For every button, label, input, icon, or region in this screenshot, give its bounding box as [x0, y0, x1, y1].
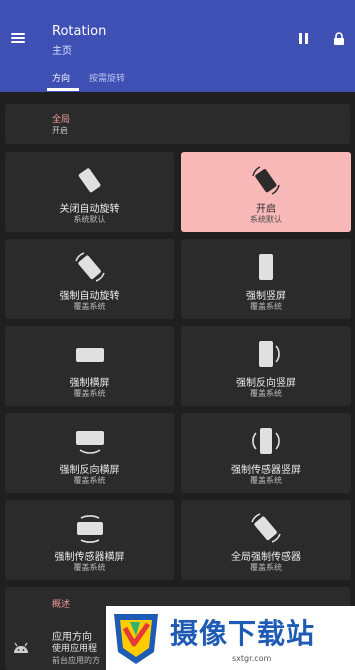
- tile-label: 开启: [256, 204, 276, 215]
- phone-rotate-icon: [252, 166, 280, 195]
- tile-sublabel: 系统默认: [73, 215, 106, 224]
- android-icon: [14, 642, 28, 653]
- tile-label: 强制自动旋转: [59, 291, 120, 302]
- tile-force-sensor-portrait[interactable]: 强制传感器竖屏 覆盖系统: [181, 413, 351, 493]
- tile-global-force-sensor[interactable]: 全局强制传感器 覆盖系统: [181, 500, 351, 580]
- tile-sublabel: 覆盖系统: [73, 476, 106, 485]
- tile-sublabel: 覆盖系统: [250, 563, 282, 572]
- reverse-landscape-icon: [75, 431, 104, 454]
- tile-force-reverse-portrait[interactable]: 强制反向竖屏 覆盖系统: [181, 326, 351, 406]
- overview-detail: 前台应用的方: [52, 656, 100, 665]
- phone-tilted-icon: [78, 168, 100, 193]
- tile-disable-auto-rotate[interactable]: 关闭自动旋转 系统默认: [5, 152, 174, 232]
- tile-label: 全局强制传感器: [231, 552, 301, 563]
- tile-sublabel: 覆盖系统: [73, 389, 106, 398]
- pause-icon[interactable]: [299, 33, 309, 44]
- sensor-portrait-icon: [252, 428, 280, 454]
- global-setting-card[interactable]: 全局 开启: [5, 104, 350, 144]
- tile-sublabel: 覆盖系统: [250, 476, 282, 485]
- tile-sublabel: 覆盖系统: [250, 389, 282, 398]
- page-subtitle: 主页: [52, 46, 72, 57]
- portrait-icon: [259, 254, 273, 280]
- tile-label: 关闭自动旋转: [59, 204, 120, 215]
- tile-force-reverse-landscape[interactable]: 强制反向横屏 覆盖系统: [5, 413, 174, 493]
- tab-on-demand-rotation[interactable]: 按需旋转: [89, 71, 125, 84]
- tile-label: 强制传感器竖屏: [231, 465, 301, 476]
- force-auto-rotate-icon: [74, 252, 105, 282]
- tile-force-auto-rotate[interactable]: 强制自动旋转 覆盖系统: [5, 239, 174, 319]
- overview-description: 使用应用程: [52, 644, 98, 654]
- tile-enable-auto-rotate[interactable]: 开启 系统默认: [181, 152, 351, 232]
- menu-icon[interactable]: [11, 33, 25, 43]
- overview-heading: 概述: [52, 600, 71, 610]
- tile-force-landscape[interactable]: 强制横屏 覆盖系统: [5, 326, 174, 406]
- tile-label: 强制反向竖屏: [236, 378, 296, 389]
- tile-force-sensor-landscape[interactable]: 强制传感器横屏 覆盖系统: [5, 500, 174, 580]
- app-title: Rotation: [52, 24, 107, 39]
- watermark-banner: 摄像下载站 sxtgr.com: [106, 606, 355, 670]
- landscape-icon: [75, 348, 104, 362]
- tile-sublabel: 系统默认: [250, 215, 282, 224]
- tile-sublabel: 覆盖系统: [73, 563, 106, 572]
- tab-indicator: [47, 88, 79, 91]
- sensor-landscape-icon: [76, 515, 103, 543]
- watermark-logo-icon: [114, 614, 158, 664]
- lock-icon[interactable]: [333, 32, 345, 45]
- tile-force-portrait[interactable]: 强制竖屏 覆盖系统: [181, 239, 351, 319]
- tile-sublabel: 覆盖系统: [250, 302, 282, 311]
- tile-label: 强制竖屏: [246, 291, 286, 302]
- reverse-portrait-icon: [259, 341, 280, 367]
- tile-label: 强制传感器横屏: [54, 552, 125, 563]
- tile-sublabel: 覆盖系统: [73, 302, 106, 311]
- global-label: 全局: [52, 115, 71, 125]
- watermark-text: 摄像下载站: [170, 617, 316, 650]
- global-value: 开启: [52, 126, 68, 135]
- tab-orientation[interactable]: 方向: [52, 71, 70, 84]
- global-sensor-icon: [251, 513, 281, 543]
- app-bar: Rotation 主页 方向 按需旋转: [0, 0, 355, 92]
- watermark-url: sxtgr.com: [232, 654, 272, 663]
- tile-label: 强制横屏: [69, 378, 110, 389]
- tile-label: 强制反向横屏: [59, 465, 120, 476]
